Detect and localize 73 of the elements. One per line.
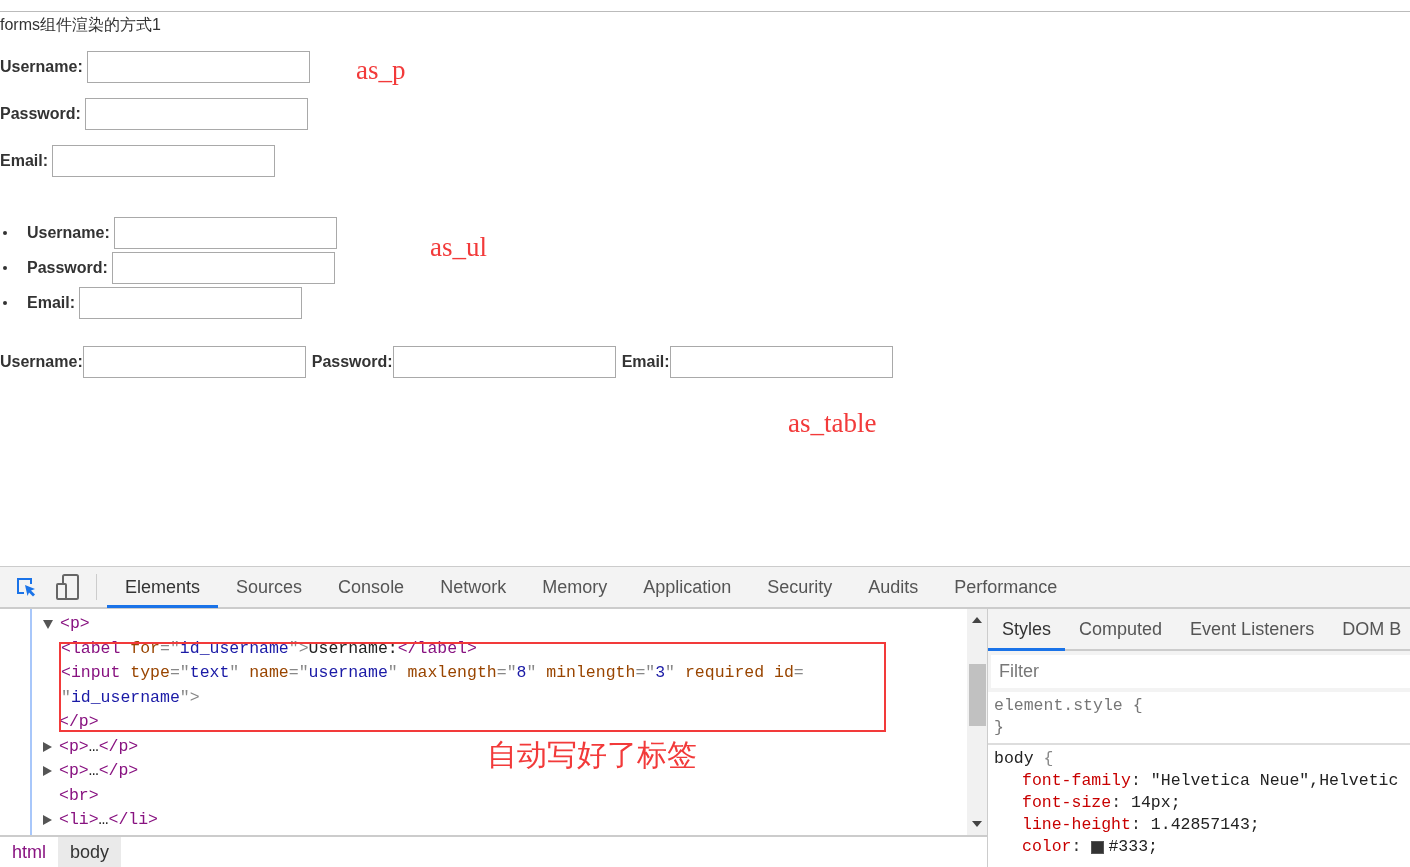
styles-tab[interactable]: Computed xyxy=(1065,609,1177,651)
css-value: #333; xyxy=(1108,836,1158,858)
field-label: Username: xyxy=(0,58,83,76)
devtools-tab[interactable]: Memory xyxy=(524,568,626,608)
devtools-tab[interactable]: Network xyxy=(422,568,525,608)
devtools-tab[interactable]: Application xyxy=(625,568,750,608)
input-field[interactable] xyxy=(111,252,335,284)
styles-tab[interactable]: Event Listeners xyxy=(1176,609,1329,651)
css-property: font-size xyxy=(1022,792,1112,814)
styles-tab[interactable]: DOM B xyxy=(1328,609,1410,651)
filter-field[interactable]: Filter xyxy=(991,655,1410,688)
breadcrumb[interactable]: html xyxy=(0,837,58,867)
code-line[interactable]: <br> xyxy=(59,783,99,808)
css-property: font-family xyxy=(1022,770,1131,792)
field-label: Password: xyxy=(0,105,81,123)
breadcrumb[interactable]: body xyxy=(58,837,122,867)
css-colon: : xyxy=(1130,770,1141,792)
devtools-tab[interactable]: Security xyxy=(749,568,851,608)
field-label: Username: xyxy=(0,353,83,371)
input-field[interactable] xyxy=(84,98,308,130)
field-label: Email: xyxy=(27,294,75,312)
input-field[interactable] xyxy=(113,217,337,249)
css-selector: body xyxy=(994,749,1034,768)
bullet-icon xyxy=(3,266,7,270)
devtools-tab[interactable]: Elements xyxy=(107,568,219,608)
input-field[interactable] xyxy=(86,51,310,83)
css-value: 1.42857143; xyxy=(1150,814,1260,836)
annotation-text: 自动写好了标签 xyxy=(487,736,697,774)
css-colon: : xyxy=(1111,792,1122,814)
code-line[interactable]: <li>…</li> xyxy=(59,808,159,833)
css-brace: { xyxy=(1132,696,1143,715)
css-brace: } xyxy=(994,718,1004,737)
expand-arrow-icon[interactable] xyxy=(43,620,53,629)
field-label: Email: xyxy=(621,353,670,371)
expand-arrow-icon[interactable] xyxy=(43,815,52,825)
expand-arrow-icon[interactable] xyxy=(43,766,52,776)
annotation-text: as_table xyxy=(788,408,877,439)
css-value: 14px; xyxy=(1131,792,1181,814)
css-property: color xyxy=(1022,836,1072,858)
scrollbar[interactable] xyxy=(967,609,987,835)
page-heading: forms组件渲染的方式1 xyxy=(0,15,162,35)
bullet-icon xyxy=(3,231,7,235)
bullet-icon xyxy=(3,301,7,305)
field-label: Password: xyxy=(27,259,108,277)
css-colon: : xyxy=(1071,836,1082,858)
css-value: "Helvetica Neue",Helvetic xyxy=(1150,770,1399,792)
css-property: line-height xyxy=(1022,814,1131,836)
code-line[interactable]: <input type="text" name="username" maxlength="8" minlength="3" required id= "id_username"> xyxy=(61,661,851,710)
code-line[interactable]: <p> xyxy=(60,612,90,637)
code-line[interactable]: <p>…</p> xyxy=(59,759,139,784)
devtools-tab[interactable]: Console xyxy=(320,568,423,608)
field-label: Username: xyxy=(27,224,110,242)
input-field[interactable] xyxy=(79,287,302,319)
field-label: Password: xyxy=(311,353,393,371)
annotation-text: as_p xyxy=(356,55,406,86)
input-field[interactable] xyxy=(82,346,306,378)
device-icon[interactable] xyxy=(56,574,80,600)
annotation-text: as_ul xyxy=(430,232,487,263)
expand-arrow-icon[interactable] xyxy=(43,741,52,752)
input-field[interactable] xyxy=(52,145,275,177)
inspect-icon[interactable] xyxy=(14,575,38,599)
input-field[interactable] xyxy=(669,346,893,378)
field-label: Email: xyxy=(0,152,48,170)
css-colon: : xyxy=(1130,814,1141,836)
input-field[interactable] xyxy=(392,346,616,378)
devtools-tab[interactable]: Audits xyxy=(850,568,937,608)
color-swatch[interactable] xyxy=(1091,840,1105,854)
css-selector: element.style xyxy=(994,696,1123,715)
css-brace: { xyxy=(1043,749,1054,768)
devtools-tab[interactable]: Performance xyxy=(936,568,1076,608)
code-line[interactable]: </p> xyxy=(59,710,99,735)
devtools-tab[interactable]: Sources xyxy=(218,568,321,608)
code-line[interactable]: <p>…</p> xyxy=(59,734,139,759)
